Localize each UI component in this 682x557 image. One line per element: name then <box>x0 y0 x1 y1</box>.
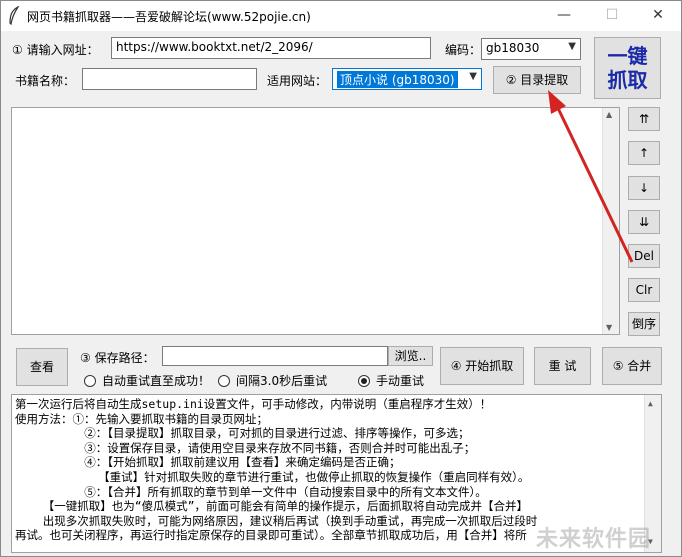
merge-button[interactable]: ⑤ 合并 <box>602 347 662 385</box>
move-up-button[interactable]: ↑ <box>628 141 660 165</box>
save-path-label: ③ 保存路径： <box>80 351 155 365</box>
url-label: ① 请输入网址： <box>12 43 99 57</box>
move-bottom-button[interactable]: ⇊ <box>628 210 660 234</box>
help-line: ③：设置保存目录，请使用空目录来存放不同书籍，否则合并时可能出乱子； <box>15 440 476 455</box>
help-line: 【一键抓取】也为“傻瓜模式”，前面可能会有简单的操作提示，后面抓取将自动完成并【… <box>15 499 529 514</box>
book-name-label: 书籍名称： <box>15 74 76 88</box>
move-top-button[interactable]: ⇈ <box>628 107 660 131</box>
list-scrollbar[interactable]: ▲ ▼ <box>602 108 619 334</box>
title-bar: 网页书籍抓取器——吾爱破解论坛(www.52pojie.cn) — ☐ ✕ <box>1 1 681 31</box>
radio-indicator <box>358 374 370 387</box>
retry-button[interactable]: 重 试 <box>534 347 591 385</box>
save-path-input[interactable] <box>162 346 388 366</box>
help-line: ②：【目录提取】抓取目录，可对抓的目录进行过滤、排序等操作，可多选； <box>15 426 470 441</box>
one-click-line1: 一键 <box>607 44 648 68</box>
scroll-up-icon[interactable]: ▲ <box>606 110 612 119</box>
radio-auto-retry[interactable]: 自动重试直至成功！ <box>84 372 210 389</box>
clear-button[interactable]: Clr <box>628 278 660 302</box>
scroll-down-icon[interactable]: ▼ <box>606 323 612 332</box>
radio-interval-retry-label: 间隔3.0秒后重试 <box>236 374 328 388</box>
help-line: 第一次运行后将自动生成setup.ini设置文件，可手动修改，内带说明（重启程序… <box>15 397 492 411</box>
radio-indicator <box>84 374 96 387</box>
book-name-input[interactable] <box>82 68 257 90</box>
view-button[interactable]: 查看 <box>16 348 68 386</box>
minimize-button[interactable]: — <box>541 1 587 31</box>
window-title: 网页书籍抓取器——吾爱破解论坛(www.52pojie.cn) <box>27 10 311 24</box>
watermark-logo: 未来软件园 <box>535 527 651 553</box>
help-text-area[interactable]: 第一次运行后将自动生成setup.ini设置文件，可手动修改，内带说明（重启程序… <box>11 394 662 553</box>
site-value: 顶点小说 (gb18030) <box>337 71 458 88</box>
feather-icon <box>7 5 21 26</box>
help-line: ⑤：【合并】所有抓取的章节到单一文件中（自动搜索目录中的所有文本文件）。 <box>15 484 487 499</box>
radio-interval-retry[interactable]: 间隔3.0秒后重试 <box>218 372 327 389</box>
app-window: 网页书籍抓取器——吾爱破解论坛(www.52pojie.cn) — ☐ ✕ ① … <box>0 0 682 557</box>
one-click-line2: 抓取 <box>607 68 648 92</box>
browse-button[interactable]: 浏览.. <box>388 346 433 366</box>
start-grab-button[interactable]: ④ 开始抓取 <box>440 347 524 385</box>
chapter-list[interactable]: ▲ ▼ <box>11 107 620 335</box>
site-label: 适用网站： <box>267 74 328 88</box>
encoding-select[interactable]: gb18030 ▼ <box>481 38 581 60</box>
help-line: 【重试】针对抓取失败的章节进行重试，也做停止抓取的恢复操作（重启同样有效）。 <box>15 469 530 484</box>
delete-button[interactable]: Del <box>628 244 660 268</box>
help-line: 使用方法：①：先输入要抓取书籍的目录页网址； <box>15 411 268 426</box>
radio-indicator <box>218 374 230 387</box>
chevron-down-icon: ▼ <box>568 41 576 52</box>
close-button[interactable]: ✕ <box>635 1 681 31</box>
radio-manual-retry-label: 手动重试 <box>376 374 425 388</box>
site-select[interactable]: 顶点小说 (gb18030) ▼ <box>332 68 482 90</box>
radio-manual-retry[interactable]: 手动重试 <box>358 372 424 389</box>
encoding-value: gb18030 <box>486 41 540 55</box>
scroll-up-icon[interactable]: ▲ <box>648 397 653 412</box>
url-input[interactable]: https://www.booktxt.net/2_2096/ <box>111 37 431 59</box>
move-down-button[interactable]: ↓ <box>628 176 660 200</box>
chevron-down-icon: ▼ <box>469 71 477 82</box>
encoding-label: 编码： <box>445 43 482 57</box>
radio-auto-retry-label: 自动重试直至成功！ <box>102 374 211 388</box>
extract-toc-button[interactable]: ② 目录提取 <box>493 66 581 94</box>
maximize-button[interactable]: ☐ <box>589 1 635 31</box>
one-click-grab-button[interactable]: 一键 抓取 <box>594 37 661 99</box>
help-line: ④：【开始抓取】抓取前建议用【查看】来确定编码是否正确； <box>15 455 401 470</box>
reverse-order-button[interactable]: 倒序 <box>628 312 660 336</box>
